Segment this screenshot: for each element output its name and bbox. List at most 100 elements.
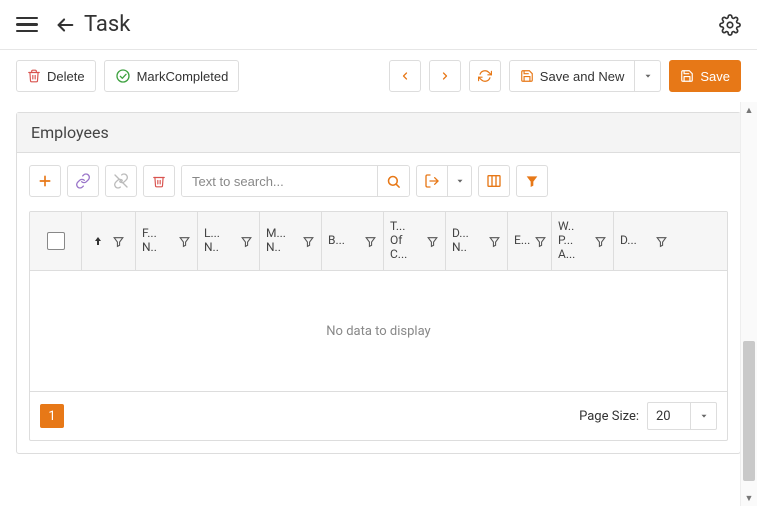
back-button[interactable] [54,14,76,36]
arrow-left-icon [54,14,76,36]
search-input[interactable] [182,166,377,196]
refresh-icon [478,69,492,83]
column-label: F... N.. [142,227,157,255]
plus-icon [37,173,53,189]
column-header[interactable]: W.. P... A... [552,212,614,270]
column-filter[interactable] [426,235,439,248]
panel-delete-button[interactable] [143,165,175,197]
save-button[interactable]: Save [669,60,741,92]
vertical-scrollbar[interactable]: ▲ ▼ [740,102,757,506]
search-box [181,165,410,197]
save-button-label: Save [700,69,730,84]
save-new-icon [520,69,534,83]
link-icon [75,173,91,189]
column-label: E... [514,234,530,248]
column-label: B... [328,234,345,248]
column-label: M... N.. [266,227,286,255]
column-label: D... N.. [452,227,469,255]
trash-icon [27,69,41,83]
employees-panel: Employees [16,112,741,454]
filter-builder-button[interactable] [516,165,548,197]
column-filter[interactable] [364,235,377,248]
column-label: W.. P... A... [558,220,575,261]
column-header[interactable]: B... [322,212,384,270]
export-button[interactable] [416,165,448,197]
link-button[interactable] [67,165,99,197]
column-filter[interactable] [594,235,607,248]
page-size-caret[interactable] [690,403,716,429]
employees-grid: F... N.. L... N.. M... N.. B... T... Of C...… [29,211,728,441]
funnel-icon [240,235,253,248]
save-and-new-button[interactable]: Save and New [509,60,636,92]
chevron-left-icon [399,70,411,82]
funnel-icon [112,235,125,248]
select-all-checkbox[interactable] [47,232,65,250]
prev-record-button[interactable] [389,60,421,92]
column-chooser-button[interactable] [478,165,510,197]
caret-down-icon [699,411,709,421]
unlink-button[interactable] [105,165,137,197]
column-filter[interactable] [302,235,315,248]
column-header[interactable]: M... N.. [260,212,322,270]
caret-down-icon [455,176,465,186]
add-button[interactable] [29,165,61,197]
column-header[interactable]: E... [508,212,552,270]
panel-title: Employees [17,113,740,153]
page-size-label: Page Size: [579,409,639,424]
column-header[interactable]: F... N.. [136,212,198,270]
column-label: T... Of C... [390,220,407,261]
save-and-new-label: Save and New [540,69,625,84]
column-filter[interactable] [655,235,668,248]
column-header[interactable]: D... N.. [446,212,508,270]
export-group [416,165,472,197]
caret-down-icon [643,71,653,81]
scroll-up-arrow[interactable]: ▲ [741,102,757,118]
trash-icon [152,174,166,188]
search-button[interactable] [377,166,409,196]
column-filter[interactable] [112,235,125,248]
hamburger-menu[interactable] [16,13,40,37]
settings-button[interactable] [719,14,741,36]
grid-header: F... N.. L... N.. M... N.. B... T... Of C...… [30,212,727,271]
column-header[interactable]: L... N.. [198,212,260,270]
funnel-icon [594,235,607,248]
sort-indicator[interactable] [92,234,104,248]
arrow-up-icon [92,234,104,248]
refresh-button[interactable] [469,60,501,92]
column-label: L... N.. [204,227,220,255]
export-icon [424,173,440,189]
scrollbar-thumb[interactable] [743,341,755,481]
export-dropdown[interactable] [448,165,472,197]
delete-button[interactable]: Delete [16,60,96,92]
save-and-new-dropdown[interactable] [635,60,661,92]
page-number[interactable]: 1 [40,404,64,428]
gear-icon [719,14,741,36]
column-header[interactable]: D... [614,212,674,270]
mark-completed-label: MarkCompleted [137,69,229,84]
page-size-select[interactable]: 20 [647,402,717,430]
column-label: D... [620,234,637,248]
save-icon [680,69,694,83]
column-filter[interactable] [178,235,191,248]
unlink-icon [113,173,129,189]
funnel-icon [534,235,547,248]
next-record-button[interactable] [429,60,461,92]
chevron-right-icon [439,70,451,82]
check-circle-icon [115,68,131,84]
mark-completed-button[interactable]: MarkCompleted [104,60,240,92]
delete-button-label: Delete [47,69,85,84]
column-filter[interactable] [488,235,501,248]
save-and-new-group: Save and New [509,60,662,92]
funnel-icon [488,235,501,248]
page-title: Task [84,12,130,37]
funnel-icon [364,235,377,248]
column-filter[interactable] [534,235,547,248]
filter-icon [524,173,540,189]
funnel-icon [302,235,315,248]
column-header[interactable]: T... Of C... [384,212,446,270]
page-size-value: 20 [648,403,690,429]
column-filter[interactable] [240,235,253,248]
funnel-icon [426,235,439,248]
scroll-down-arrow[interactable]: ▼ [741,490,757,506]
grid-empty-message: No data to display [30,271,727,391]
